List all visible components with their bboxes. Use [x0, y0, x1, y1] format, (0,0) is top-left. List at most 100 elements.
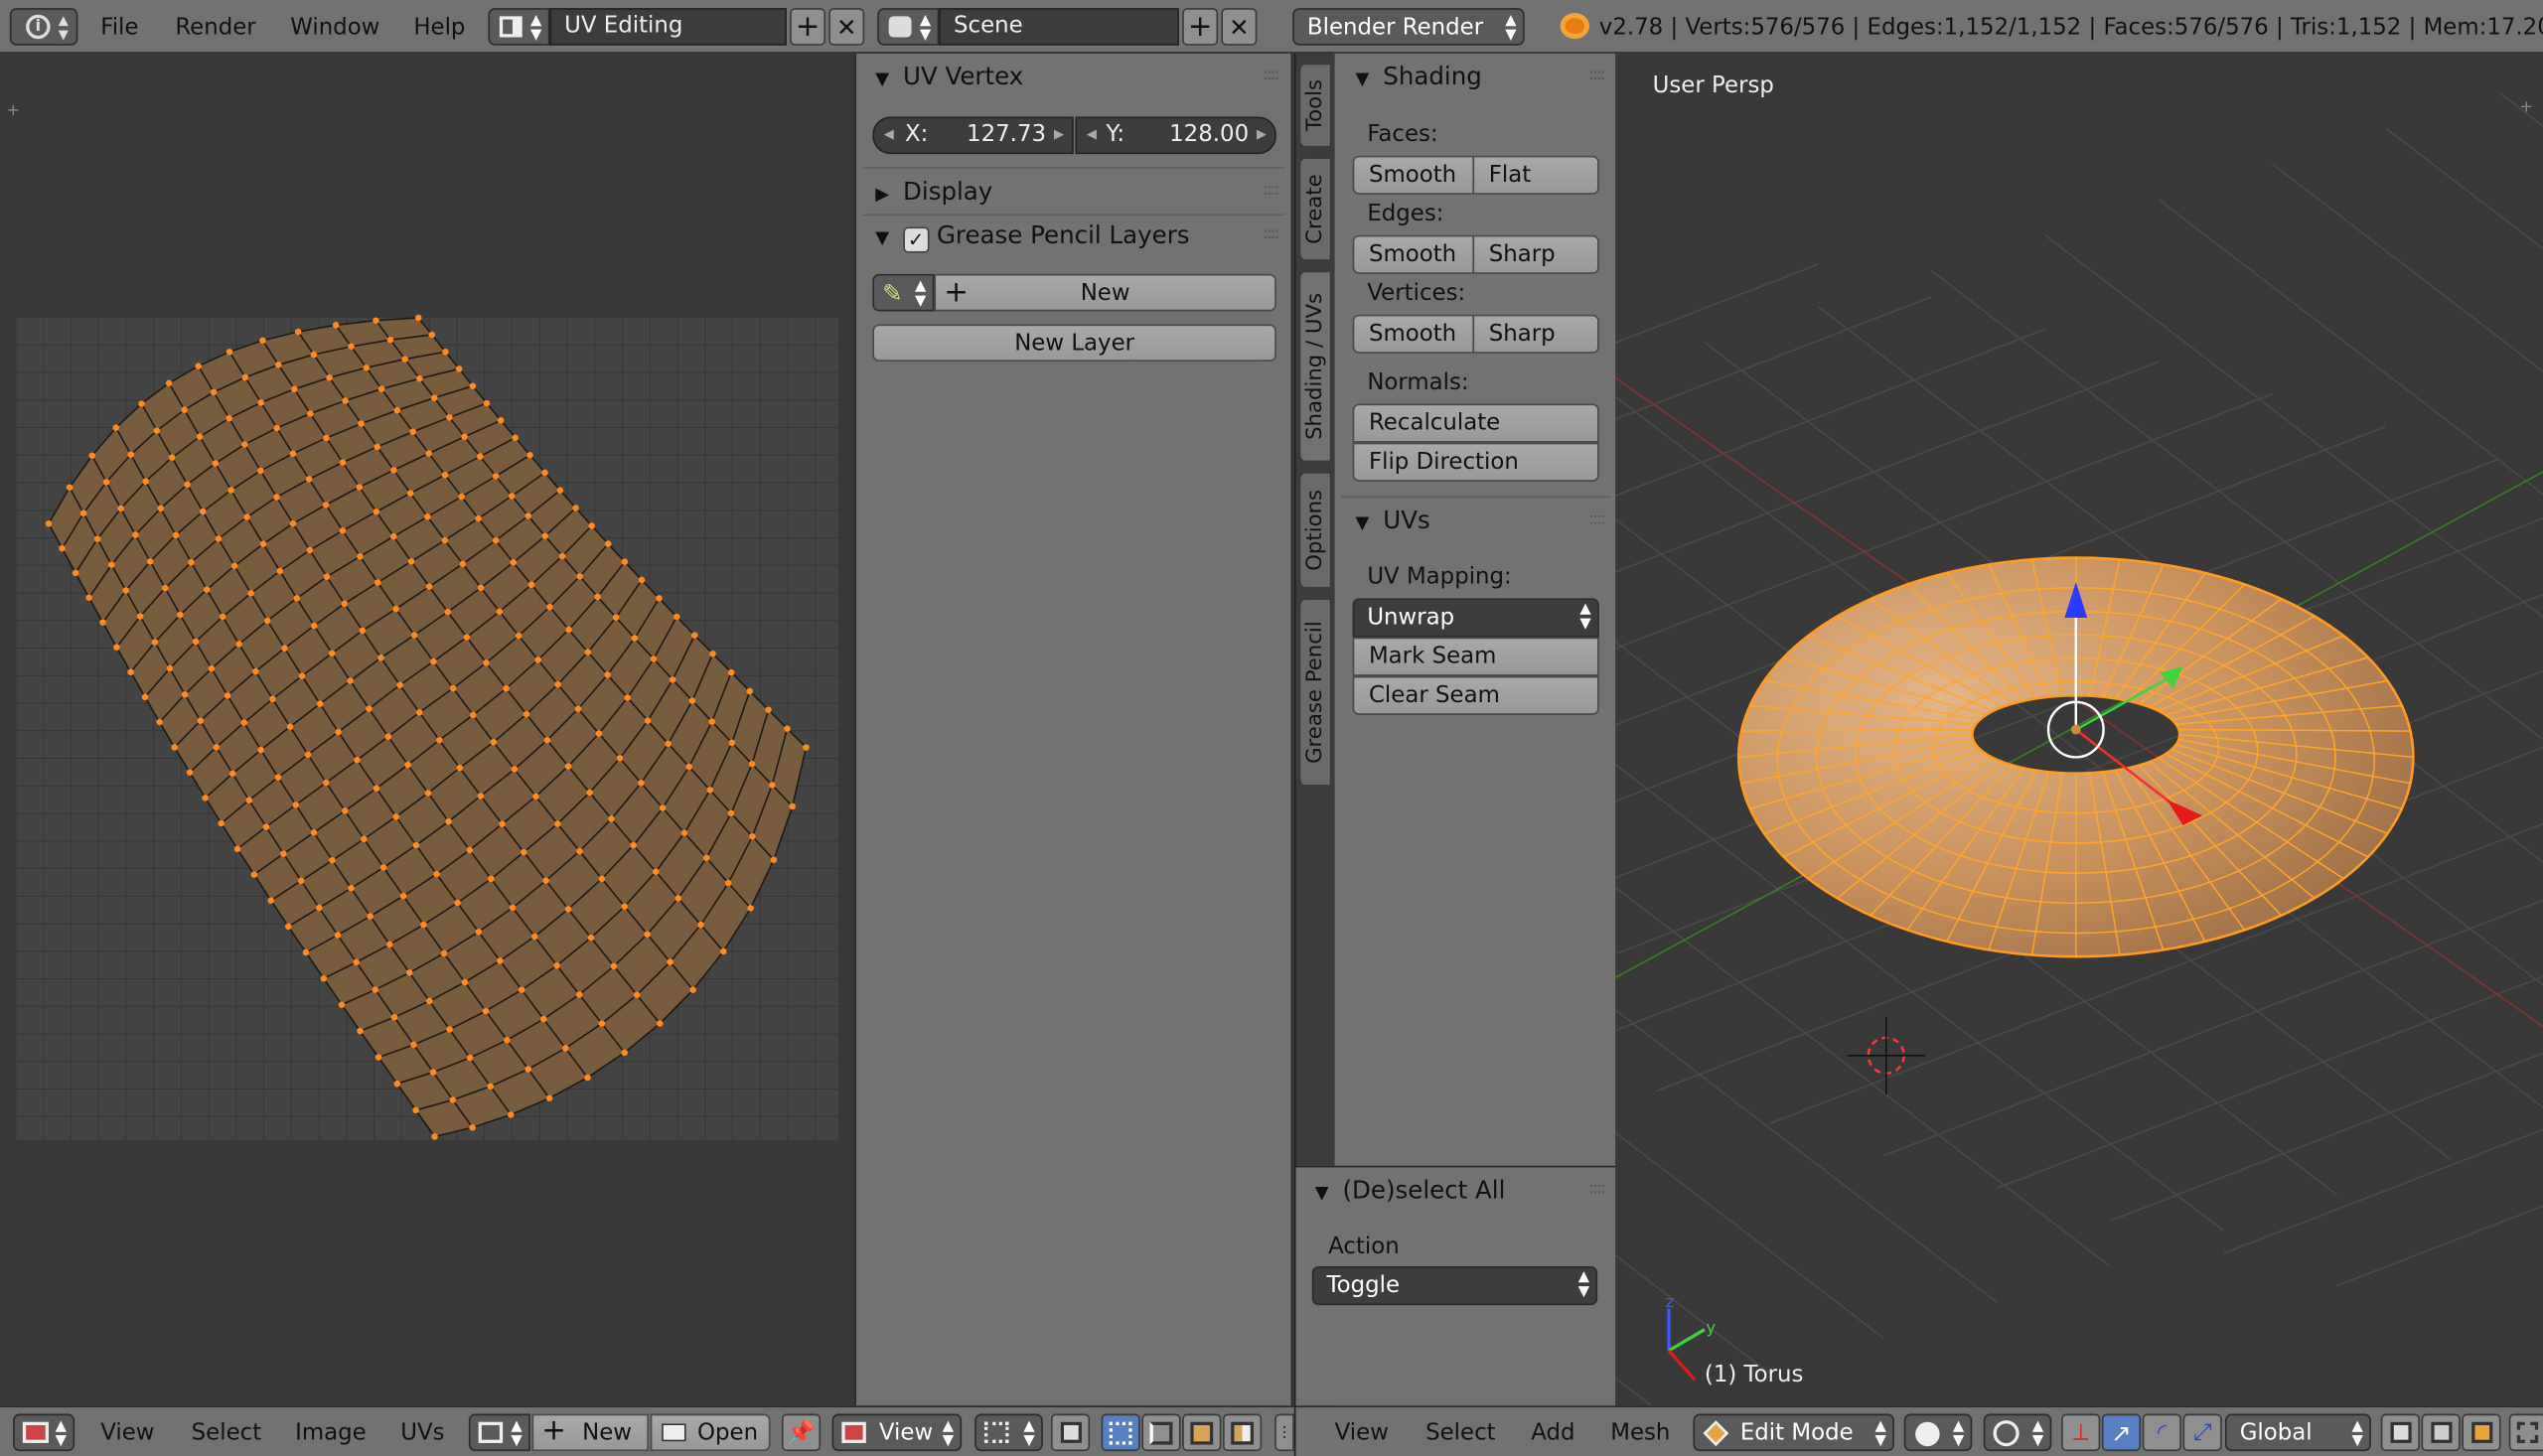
deselect-all-header[interactable]: ▼ (De)select All:::: [1295, 1167, 1616, 1213]
3d-cursor-icon[interactable] [1847, 1016, 1925, 1094]
scale-manipulator-button[interactable]: ⤢ [2182, 1413, 2222, 1452]
editor-type-button[interactable]: ▲ ▼ [13, 1413, 75, 1452]
unwrap-dropdown[interactable]: Unwrap ▲ ▼ [1352, 598, 1599, 638]
uv-x-field[interactable]: ◀ X: 127.73 ▶ [872, 116, 1074, 155]
uv-menu-view[interactable]: View [100, 1407, 154, 1456]
chevron-updown-icon: ▲ ▼ [942, 1418, 954, 1450]
recalculate-button[interactable]: Recalculate [1352, 403, 1599, 443]
edges-sharp-button[interactable]: Sharp [1472, 234, 1599, 274]
uv-canvas[interactable] [0, 54, 854, 1406]
faces-flat-button[interactable]: Flat [1472, 155, 1599, 195]
menu-window[interactable]: Window [290, 0, 379, 52]
menu-render[interactable]: Render [175, 0, 255, 52]
add-screen-button[interactable]: + [790, 8, 826, 46]
view3d-menu-select[interactable]: Select [1425, 1407, 1496, 1456]
toggle-manipulator-button[interactable]: ⟂ [2061, 1413, 2101, 1452]
drag-handle-icon[interactable]: :::: [1263, 54, 1279, 99]
transform-orientation-dropdown[interactable]: Global ▲ ▼ [2224, 1413, 2371, 1452]
tab-shading-uvs[interactable]: Shading / UVs [1298, 270, 1332, 463]
scene-icon-button[interactable]: ▲ ▼ [877, 8, 940, 46]
info-editor-button[interactable]: i ▲ ▼ [9, 8, 78, 46]
uvs-title: UVs [1383, 506, 1430, 535]
rotate-manipulator-button[interactable]: ◜ [2142, 1413, 2181, 1452]
interaction-mode-dropdown[interactable]: Edit Mode ▲ ▼ [1693, 1413, 1894, 1452]
edges-smooth-button[interactable]: Smooth [1352, 234, 1475, 274]
rotate-arc-icon: ◜ [2157, 1419, 2167, 1446]
faces-label: Faces: [1367, 121, 1438, 148]
view3d-menu-add[interactable]: Add [1531, 1407, 1574, 1456]
clear-seam-button[interactable]: Clear Seam [1352, 675, 1599, 715]
vertices-sharp-button[interactable]: Sharp [1472, 314, 1599, 354]
island-select-mode-button[interactable] [1223, 1413, 1263, 1452]
tab-grease-pencil[interactable]: Grease Pencil [1298, 598, 1332, 787]
image-browse-button[interactable]: ▲ ▼ [468, 1413, 530, 1452]
edge-select-button[interactable] [2421, 1413, 2461, 1452]
chevron-left-icon: ◀ [1086, 126, 1097, 142]
drag-handle-icon[interactable]: :::: [1263, 213, 1279, 258]
drag-handle-icon[interactable]: :::: [1263, 169, 1279, 215]
face-select-button[interactable] [2462, 1413, 2501, 1452]
action-dropdown[interactable]: Toggle ▲ ▼ [1311, 1265, 1598, 1306]
limit-selection-button[interactable] [2508, 1413, 2543, 1452]
delete-screen-button[interactable]: ✕ [828, 8, 865, 46]
vertex-select-button[interactable] [2380, 1413, 2420, 1452]
sync-selection-button[interactable] [1050, 1413, 1091, 1452]
new-image-button[interactable]: + New [531, 1413, 650, 1452]
close-icon: ✕ [835, 12, 857, 42]
view3d-menu-view[interactable]: View [1335, 1407, 1389, 1456]
shading-header[interactable]: ▼ Shading:::: [1335, 54, 1617, 99]
pivot-dropdown[interactable]: ▲ ▼ [974, 1413, 1043, 1452]
drag-handle-icon[interactable]: :::: [1588, 54, 1605, 99]
menu-help[interactable]: Help [413, 0, 465, 52]
grease-pencil-selector[interactable]: ✎ ▲ ▼ [872, 273, 935, 312]
tab-create[interactable]: Create [1298, 157, 1332, 261]
scene-field[interactable]: Scene [939, 8, 1179, 46]
pin-image-button[interactable]: 📌 [781, 1413, 822, 1452]
flip-direction-button[interactable]: Flip Direction [1352, 442, 1599, 482]
vertex-select-mode-button[interactable] [1101, 1413, 1140, 1452]
tab-options[interactable]: Options [1298, 472, 1332, 589]
uv-vertex-header[interactable]: ▼ UV Vertex:::: [856, 54, 1291, 99]
uv-editor-area[interactable]: + [0, 53, 855, 1406]
open-image-label: Open [697, 1420, 759, 1447]
uv-menu-uvs[interactable]: UVs [400, 1407, 444, 1456]
delete-scene-button[interactable]: ✕ [1221, 8, 1258, 46]
faces-smooth-button[interactable]: Smooth [1352, 155, 1475, 195]
uvs-header[interactable]: ▼ UVs:::: [1335, 498, 1617, 543]
mark-seam-button[interactable]: Mark Seam [1352, 637, 1599, 676]
viewport-shading-dropdown[interactable]: ▲ ▼ [1903, 1413, 1973, 1452]
chevron-updown-icon: ▲ ▼ [2031, 1418, 2044, 1450]
grease-pencil-title: Grease Pencil Layers [936, 220, 1190, 250]
screen-layout-icon-button[interactable]: ▲ ▼ [488, 8, 550, 46]
view3d-menu-mesh[interactable]: Mesh [1610, 1407, 1670, 1456]
scale-icon: ⤢ [2192, 1419, 2212, 1446]
grease-pencil-layers-header[interactable]: ▼ ✓ Grease Pencil Layers:::: [856, 213, 1291, 258]
pivot-point-dropdown[interactable]: ▲ ▼ [1983, 1413, 2052, 1452]
tab-tools[interactable]: Tools [1298, 63, 1332, 148]
face-select-mode-button[interactable] [1182, 1413, 1222, 1452]
drag-handle-icon[interactable]: :::: [1588, 498, 1605, 543]
menu-file[interactable]: File [100, 0, 138, 52]
display-header[interactable]: ▶ Display:::: [856, 169, 1291, 215]
open-image-button[interactable]: Open [650, 1413, 771, 1452]
render-engine-dropdown[interactable]: Blender Render ▲ ▼ [1292, 8, 1525, 46]
add-scene-button[interactable]: + [1182, 8, 1219, 46]
3d-viewport[interactable]: User Persp + z y (1) Torus [1615, 53, 2543, 1406]
vertices-smooth-button[interactable]: Smooth [1352, 314, 1475, 354]
new-layer-button[interactable]: New Layer [872, 324, 1276, 363]
drag-handle-icon[interactable]: :::: [1588, 1167, 1605, 1213]
new-grease-pencil-button[interactable]: + New [934, 273, 1276, 312]
uv-y-field[interactable]: ◀ Y: 128.00 ▶ [1075, 116, 1276, 155]
translate-manipulator-button[interactable]: ↗ [2101, 1413, 2142, 1452]
shading-title: Shading [1383, 62, 1482, 91]
sticky-selection-button[interactable]: ⋮ [1274, 1413, 1294, 1452]
limit-selection-icon [2516, 1421, 2538, 1443]
uv-menu-image[interactable]: Image [295, 1407, 367, 1456]
scene-icon [888, 16, 912, 38]
view-mode-dropdown[interactable]: View ▲ ▼ [831, 1413, 963, 1452]
screen-layout-field[interactable]: UV Editing [549, 8, 787, 46]
edge-select-mode-button[interactable] [1141, 1413, 1181, 1452]
checkbox-checked-icon[interactable]: ✓ [903, 226, 930, 253]
tab-create-label: Create [1302, 174, 1328, 244]
uv-menu-select[interactable]: Select [192, 1407, 262, 1456]
